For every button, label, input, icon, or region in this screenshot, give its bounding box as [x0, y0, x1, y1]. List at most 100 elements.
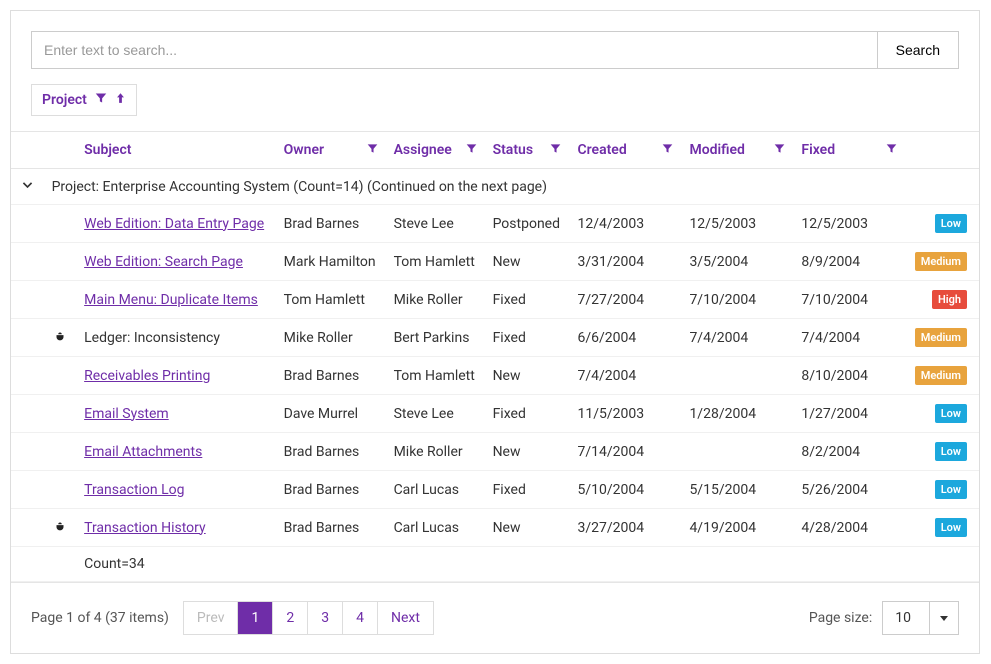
pager-page-3[interactable]: 3: [308, 602, 343, 634]
expand-cell: [11, 243, 44, 281]
bug-cell: [44, 319, 77, 357]
bug-cell: [44, 509, 77, 547]
cell-owner: Dave Murrel: [276, 395, 386, 433]
bug-icon: [53, 331, 67, 347]
cell-modified: 4/19/2004: [681, 509, 793, 547]
expand-cell: [11, 281, 44, 319]
grid-container: Search Project Subject Owner Assignee: [10, 10, 980, 654]
header-assignee[interactable]: Assignee: [386, 132, 485, 169]
cell-fixed: 1/27/2004: [793, 395, 905, 433]
cell-modified: [681, 433, 793, 471]
cell-fixed: 7/4/2004: [793, 319, 905, 357]
expand-cell: [11, 319, 44, 357]
bug-cell: [44, 281, 77, 319]
filter-icon[interactable]: [886, 142, 897, 158]
cell-subject: Receivables Printing: [76, 357, 276, 395]
page-size-select[interactable]: 10: [882, 601, 959, 635]
subject-link[interactable]: Transaction History: [84, 520, 206, 536]
cell-assignee: Steve Lee: [386, 395, 485, 433]
cell-created: 3/31/2004: [569, 243, 681, 281]
search-button[interactable]: Search: [878, 31, 959, 69]
cell-owner: Mike Roller: [276, 319, 386, 357]
header-status[interactable]: Status: [485, 132, 570, 169]
cell-subject: Web Edition: Search Page: [76, 243, 276, 281]
cell-priority: Medium: [905, 357, 979, 395]
expand-cell: [11, 471, 44, 509]
bug-icon: [53, 521, 67, 537]
subject-link[interactable]: Email System: [84, 406, 169, 422]
page-size-value: 10: [883, 602, 930, 634]
cell-assignee: Mike Roller: [386, 433, 485, 471]
pager-prev: Prev: [184, 602, 239, 634]
expand-cell: [11, 395, 44, 433]
cell-status: New: [485, 243, 570, 281]
pager-next[interactable]: Next: [378, 602, 433, 634]
pager-left: Page 1 of 4 (37 items) Prev1234Next: [31, 601, 434, 635]
cell-modified: 3/5/2004: [681, 243, 793, 281]
cell-created: 7/4/2004: [569, 357, 681, 395]
header-modified[interactable]: Modified: [681, 132, 793, 169]
table-row: Web Edition: Data Entry PageBrad BarnesS…: [11, 205, 979, 243]
cell-modified: 7/4/2004: [681, 319, 793, 357]
priority-badge: Medium: [915, 366, 967, 385]
cell-priority: High: [905, 281, 979, 319]
expand-cell: [11, 205, 44, 243]
cell-subject: Ledger: Inconsistency: [76, 319, 276, 357]
table-row: Ledger: InconsistencyMike RollerBert Par…: [11, 319, 979, 357]
subject-link[interactable]: Web Edition: Data Entry Page: [84, 216, 264, 232]
priority-badge: Medium: [915, 328, 967, 347]
pager-page-1[interactable]: 1: [238, 602, 273, 634]
data-grid: Subject Owner Assignee Status Created Mo…: [11, 131, 979, 582]
header-priority: [905, 132, 979, 169]
filter-icon[interactable]: [367, 142, 378, 158]
cell-owner: Mark Hamilton: [276, 243, 386, 281]
header-row: Subject Owner Assignee Status Created Mo…: [11, 132, 979, 169]
cell-fixed: 7/10/2004: [793, 281, 905, 319]
search-input[interactable]: [31, 31, 878, 69]
cell-fixed: 5/26/2004: [793, 471, 905, 509]
subject-link[interactable]: Transaction Log: [84, 482, 184, 498]
group-chip-project[interactable]: Project: [31, 84, 137, 116]
filter-icon[interactable]: [550, 142, 561, 158]
header-expand: [11, 132, 44, 169]
subject-link[interactable]: Web Edition: Search Page: [84, 254, 243, 270]
filter-icon[interactable]: [95, 92, 107, 108]
priority-badge: Medium: [915, 252, 967, 271]
cell-created: 7/27/2004: [569, 281, 681, 319]
filter-icon[interactable]: [774, 142, 785, 158]
chevron-down-icon[interactable]: [930, 602, 958, 634]
cell-fixed: 8/2/2004: [793, 433, 905, 471]
chevron-down-icon: [21, 179, 34, 195]
cell-subject: Email System: [76, 395, 276, 433]
expand-toggle[interactable]: [11, 169, 44, 205]
subject-link[interactable]: Email Attachments: [84, 444, 202, 460]
header-bug: [44, 132, 77, 169]
expand-cell: [11, 433, 44, 471]
cell-status: New: [485, 509, 570, 547]
cell-assignee: Carl Lucas: [386, 509, 485, 547]
cell-subject: Transaction Log: [76, 471, 276, 509]
subject-link[interactable]: Receivables Printing: [84, 368, 210, 384]
page-size-label: Page size:: [809, 610, 872, 626]
cell-modified: 5/15/2004: [681, 471, 793, 509]
header-created[interactable]: Created: [569, 132, 681, 169]
header-fixed[interactable]: Fixed: [793, 132, 905, 169]
cell-owner: Brad Barnes: [276, 471, 386, 509]
pager-page-2[interactable]: 2: [273, 602, 308, 634]
subject-link[interactable]: Main Menu: Duplicate Items: [84, 292, 258, 308]
cell-modified: [681, 357, 793, 395]
bug-cell: [44, 433, 77, 471]
filter-icon[interactable]: [466, 142, 477, 158]
priority-badge: High: [932, 290, 967, 309]
filter-icon[interactable]: [662, 142, 673, 158]
header-subject[interactable]: Subject: [76, 132, 276, 169]
cell-priority: Low: [905, 395, 979, 433]
cell-created: 12/4/2003: [569, 205, 681, 243]
cell-owner: Tom Hamlett: [276, 281, 386, 319]
cell-subject: Email Attachments: [76, 433, 276, 471]
pager-page-4[interactable]: 4: [343, 602, 378, 634]
sort-asc-icon[interactable]: [115, 92, 126, 108]
cell-owner: Brad Barnes: [276, 357, 386, 395]
cell-modified: 1/28/2004: [681, 395, 793, 433]
header-owner[interactable]: Owner: [276, 132, 386, 169]
